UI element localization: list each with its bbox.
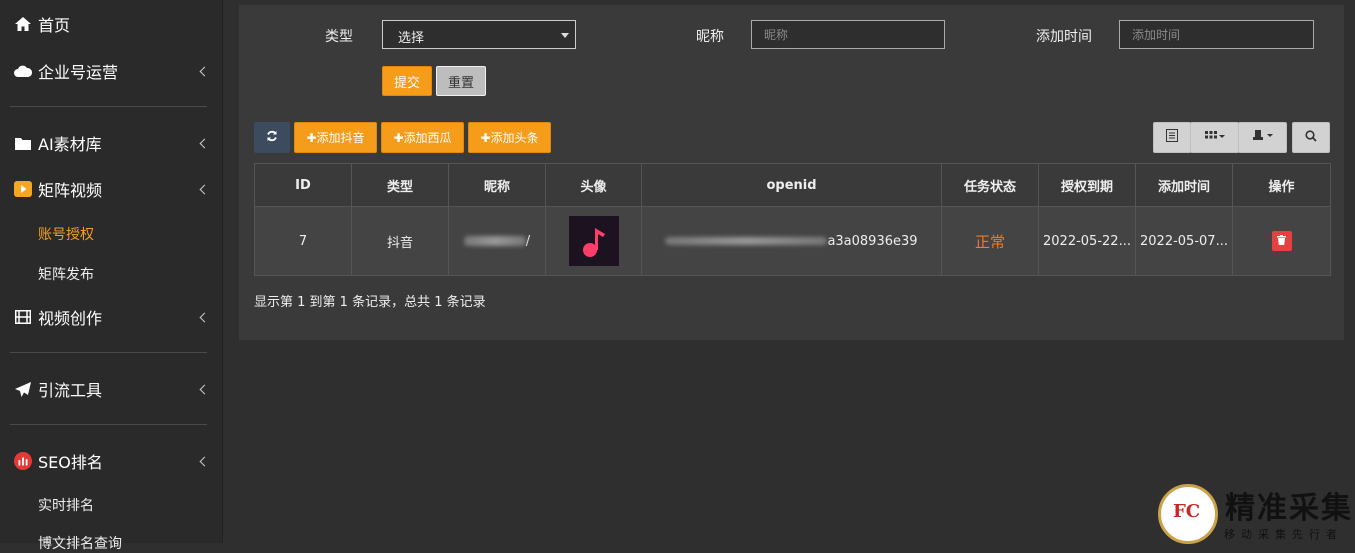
column-header-type[interactable]: 类型 xyxy=(351,163,449,207)
chevron-left-icon xyxy=(199,384,210,394)
column-header-status[interactable]: 任务状态 xyxy=(941,163,1039,207)
add-douyin-button[interactable]: ✚添加抖音 xyxy=(294,122,377,153)
column-header-add-time[interactable]: 添加时间 xyxy=(1135,163,1233,207)
cell-id: 7 xyxy=(254,206,352,276)
nav-matrix-publish[interactable]: 矩阵发布 xyxy=(38,264,94,284)
add-toutiao-button[interactable]: ✚添加头条 xyxy=(468,122,551,153)
nav-realtime-rank[interactable]: 实时排名 xyxy=(38,495,94,515)
redacted-nickname xyxy=(463,236,526,246)
home-icon xyxy=(14,15,32,33)
nav-ai-library-label: AI素材库 xyxy=(38,135,102,154)
toggle-view-button[interactable] xyxy=(1153,122,1191,153)
add-xigua-button[interactable]: ✚添加西瓜 xyxy=(381,122,464,153)
table-row: 7 抖音 / a3a08936e39 正常 2022-05-22... 2022… xyxy=(254,206,1331,276)
chevron-left-icon xyxy=(199,138,210,148)
nav-ai-library[interactable]: AI素材库 xyxy=(0,125,222,161)
nav-traffic-tools-label: 引流工具 xyxy=(38,381,103,400)
refresh-button[interactable] xyxy=(254,122,290,153)
table-header-row: ID 类型 昵称 头像 openid 任务状态 授权到期 添加时间 操作 xyxy=(254,163,1331,207)
cell-actions xyxy=(1232,206,1331,276)
nav-blog-rank-query[interactable]: 博文排名查询 xyxy=(38,533,122,553)
redacted-openid xyxy=(665,237,828,245)
nav-home[interactable]: 首页 xyxy=(0,6,222,42)
column-header-nickname[interactable]: 昵称 xyxy=(448,163,546,207)
sidebar: 首页 企业号运营 AI素材库 矩阵视频 账号授权 矩阵发布 视频创作 引流工具 … xyxy=(0,0,223,552)
list-icon xyxy=(1166,129,1178,146)
play-icon xyxy=(14,180,32,198)
add-time-label: 添加时间 xyxy=(1036,29,1092,45)
watermark-subtitle: 移动采集先行者 xyxy=(1224,528,1343,541)
cell-type: 抖音 xyxy=(351,206,449,276)
search-button[interactable] xyxy=(1292,122,1330,153)
cell-auth-expire: 2022-05-22... xyxy=(1038,206,1136,276)
watermark-logo: FC xyxy=(1158,484,1218,544)
openid-suffix: a3a08936e39 xyxy=(827,233,918,249)
watermark-title: 精准采集 xyxy=(1225,491,1353,526)
pagination-summary: 显示第 1 到第 1 条记录，总共 1 条记录 xyxy=(254,295,486,310)
nav-matrix-video-label: 矩阵视频 xyxy=(38,181,103,200)
caret-down-icon xyxy=(561,33,569,38)
search-icon xyxy=(1305,129,1317,146)
divider xyxy=(10,424,207,425)
submit-button[interactable]: 提交 xyxy=(382,66,432,96)
chevron-left-icon xyxy=(199,66,210,76)
nav-video-creation-label: 视频创作 xyxy=(38,309,103,328)
type-select-value: 选择 xyxy=(398,31,425,46)
avatar xyxy=(568,216,619,266)
columns-button[interactable] xyxy=(1190,122,1239,153)
column-header-openid[interactable]: openid xyxy=(641,163,942,207)
nickname-label: 昵称 xyxy=(696,29,724,45)
type-label: 类型 xyxy=(325,29,353,45)
nav-home-label: 首页 xyxy=(38,16,71,35)
export-icon xyxy=(1252,130,1274,145)
column-header-auth-expire[interactable]: 授权到期 xyxy=(1038,163,1136,207)
nickname-input[interactable] xyxy=(751,20,945,49)
accounts-table: ID 类型 昵称 头像 openid 任务状态 授权到期 添加时间 操作 7 抖… xyxy=(254,163,1331,276)
cell-nickname: / xyxy=(448,206,546,276)
chevron-left-icon xyxy=(199,312,210,322)
nav-video-creation[interactable]: 视频创作 xyxy=(0,299,222,335)
nav-seo[interactable]: SEO排名 xyxy=(0,443,222,479)
nav-traffic-tools[interactable]: 引流工具 xyxy=(0,371,222,407)
nickname-suffix: / xyxy=(525,233,531,249)
film-icon xyxy=(14,308,32,326)
add-time-input[interactable] xyxy=(1119,20,1314,49)
nav-matrix-video[interactable]: 矩阵视频 xyxy=(0,171,222,207)
reset-button[interactable]: 重置 xyxy=(436,66,486,96)
cloud-icon xyxy=(14,62,32,80)
divider xyxy=(10,352,207,353)
grid-icon xyxy=(1204,130,1225,145)
column-header-avatar[interactable]: 头像 xyxy=(545,163,642,207)
column-header-id[interactable]: ID xyxy=(254,163,352,207)
bar-chart-icon xyxy=(14,452,32,470)
nav-enterprise-label: 企业号运营 xyxy=(38,63,119,82)
chevron-down-icon xyxy=(199,184,210,194)
export-button[interactable] xyxy=(1238,122,1287,153)
status-badge: 正常 xyxy=(974,232,1005,251)
cell-avatar xyxy=(545,206,642,276)
watermark-logo-text: FC xyxy=(1173,501,1201,522)
delete-button[interactable] xyxy=(1271,231,1292,251)
column-header-actions: 操作 xyxy=(1232,163,1331,207)
divider xyxy=(10,106,207,107)
cell-add-time: 2022-05-07... xyxy=(1135,206,1233,276)
cell-status: 正常 xyxy=(941,206,1039,276)
type-select[interactable]: 选择 xyxy=(382,20,576,49)
refresh-icon xyxy=(266,130,278,146)
trash-icon xyxy=(1277,234,1286,249)
folder-icon xyxy=(14,134,32,152)
nav-account-auth[interactable]: 账号授权 xyxy=(38,224,94,244)
nav-enterprise[interactable]: 企业号运营 xyxy=(0,53,222,89)
chevron-down-icon xyxy=(199,456,210,466)
nav-seo-label: SEO排名 xyxy=(38,453,103,472)
paper-plane-icon xyxy=(14,380,32,398)
cell-openid: a3a08936e39 xyxy=(641,206,942,276)
